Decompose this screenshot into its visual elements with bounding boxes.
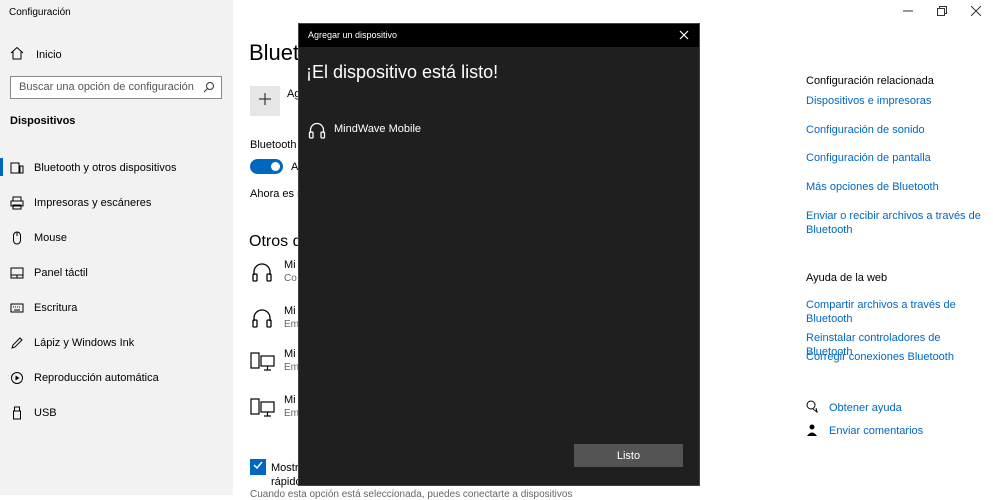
- close-icon: [970, 5, 982, 19]
- dialog-title: Agregar un dispositivo: [308, 30, 398, 40]
- search-icon: [203, 81, 215, 96]
- device-status: Em: [284, 362, 299, 373]
- link-devices-printers[interactable]: Dispositivos e impresoras: [806, 95, 981, 109]
- close-icon: [679, 30, 689, 40]
- home-icon: [10, 46, 24, 63]
- swift-pair-checkbox[interactable]: [250, 459, 266, 475]
- home-label: Inicio: [36, 48, 62, 61]
- headset-icon: [250, 307, 276, 333]
- link-share-files[interactable]: Compartir archivos a través de Bluetooth: [806, 299, 981, 326]
- window-controls: [891, 0, 993, 24]
- touchpad-icon: [10, 266, 24, 280]
- sidebar-item-usb[interactable]: USB: [0, 395, 233, 430]
- checkmark-icon: [252, 458, 264, 476]
- computer-icon: [250, 350, 276, 376]
- pen-icon: [10, 336, 24, 350]
- minimize-button[interactable]: [891, 0, 925, 24]
- bluetooth-label: Bluetooth: [250, 139, 297, 151]
- related-settings-title: Configuración relacionada: [806, 75, 934, 87]
- add-device-button[interactable]: [250, 86, 280, 116]
- mouse-icon: [10, 231, 24, 245]
- dialog-title-bar: Agregar un dispositivo: [299, 24, 699, 47]
- get-help-label: Obtener ayuda: [829, 402, 902, 414]
- sidebar-item-label: Mouse: [34, 231, 68, 244]
- computer-icon: [250, 396, 276, 422]
- section-title: Dispositivos: [10, 115, 76, 127]
- done-button[interactable]: Listo: [574, 444, 683, 467]
- device-status: Co: [284, 273, 297, 284]
- link-display-settings[interactable]: Configuración de pantalla: [806, 152, 981, 166]
- sidebar: Configuración Inicio Buscar una opción d…: [0, 0, 233, 495]
- restore-button[interactable]: [925, 0, 959, 24]
- checkbox-label-line1: Mostr: [271, 462, 299, 474]
- paired-device: MindWave Mobile: [308, 121, 421, 144]
- device-name: MindWave Mobile: [334, 123, 422, 135]
- restore-icon: [937, 5, 947, 19]
- headset-icon: [308, 121, 326, 144]
- sidebar-item-label: Bluetooth y otros dispositivos: [34, 161, 177, 174]
- web-help-title: Ayuda de la web: [806, 272, 888, 284]
- sidebar-item-bluetooth[interactable]: Bluetooth y otros dispositivos: [0, 150, 233, 185]
- sidebar-item-label: Panel táctil: [34, 266, 88, 279]
- checkbox-label-line2: rápido: [271, 476, 302, 488]
- sidebar-item-autoplay[interactable]: Reproducción automática: [0, 360, 233, 395]
- discoverable-text: Ahora es r: [250, 188, 301, 200]
- device-name: Mi: [284, 394, 296, 406]
- window-close-button[interactable]: [959, 0, 993, 24]
- other-devices-title: Otros d: [249, 233, 302, 250]
- keyboard-icon: [10, 301, 24, 315]
- feedback-link[interactable]: Enviar comentarios: [806, 423, 923, 439]
- link-sound-settings[interactable]: Configuración de sonido: [806, 124, 981, 138]
- link-more-bluetooth[interactable]: Más opciones de Bluetooth: [806, 181, 981, 195]
- sidebar-item-label: Impresoras y escáneres: [34, 196, 152, 209]
- device-name: Mi: [284, 305, 296, 317]
- minimize-icon: [903, 6, 913, 19]
- home-link[interactable]: Inicio: [10, 46, 62, 63]
- bluetooth-devices-icon: [10, 161, 24, 175]
- device-name: Mi: [284, 348, 296, 360]
- link-send-receive-files[interactable]: Enviar o recibir archivos a través de Bl…: [806, 210, 981, 237]
- usb-icon: [10, 406, 24, 420]
- add-device-dialog: Agregar un dispositivo ¡El dispositivo e…: [298, 23, 700, 486]
- sidebar-item-label: Escritura: [34, 301, 78, 314]
- search-placeholder: Buscar una opción de configuración: [19, 81, 194, 93]
- search-input[interactable]: Buscar una opción de configuración: [10, 76, 222, 99]
- sidebar-item-printers[interactable]: Impresoras y escáneres: [0, 185, 233, 220]
- printer-icon: [10, 196, 24, 210]
- sidebar-item-mouse[interactable]: Mouse: [0, 220, 233, 255]
- feedback-label: Enviar comentarios: [829, 425, 924, 437]
- bluetooth-toggle[interactable]: [250, 159, 283, 174]
- dialog-heading: ¡El dispositivo está listo!: [306, 62, 499, 82]
- feedback-icon: [806, 423, 819, 439]
- autoplay-icon: [10, 371, 24, 385]
- app-title: Configuración: [9, 7, 71, 18]
- sidebar-item-label: Lápiz y Windows Ink: [34, 336, 135, 349]
- sidebar-item-label: Reproducción automática: [34, 371, 159, 384]
- get-help-link[interactable]: Obtener ayuda: [806, 400, 902, 416]
- sidebar-item-touchpad[interactable]: Panel táctil: [0, 255, 233, 290]
- device-status: Em: [284, 319, 299, 330]
- plus-icon: [258, 92, 272, 111]
- sidebar-nav: Bluetooth y otros dispositivos Impresora…: [0, 150, 233, 430]
- link-fix-connections[interactable]: Corregir conexiones Bluetooth: [806, 351, 981, 365]
- device-name: Mi: [284, 259, 296, 271]
- chat-help-icon: [806, 400, 819, 416]
- checkbox-label: Mostr rápido: [271, 461, 302, 489]
- sidebar-item-typing[interactable]: Escritura: [0, 290, 233, 325]
- sidebar-item-pen[interactable]: Lápiz y Windows Ink: [0, 325, 233, 360]
- sidebar-item-label: USB: [34, 406, 57, 419]
- dialog-close-button[interactable]: [677, 28, 691, 42]
- headset-icon: [250, 261, 276, 287]
- device-status: Em: [284, 408, 299, 419]
